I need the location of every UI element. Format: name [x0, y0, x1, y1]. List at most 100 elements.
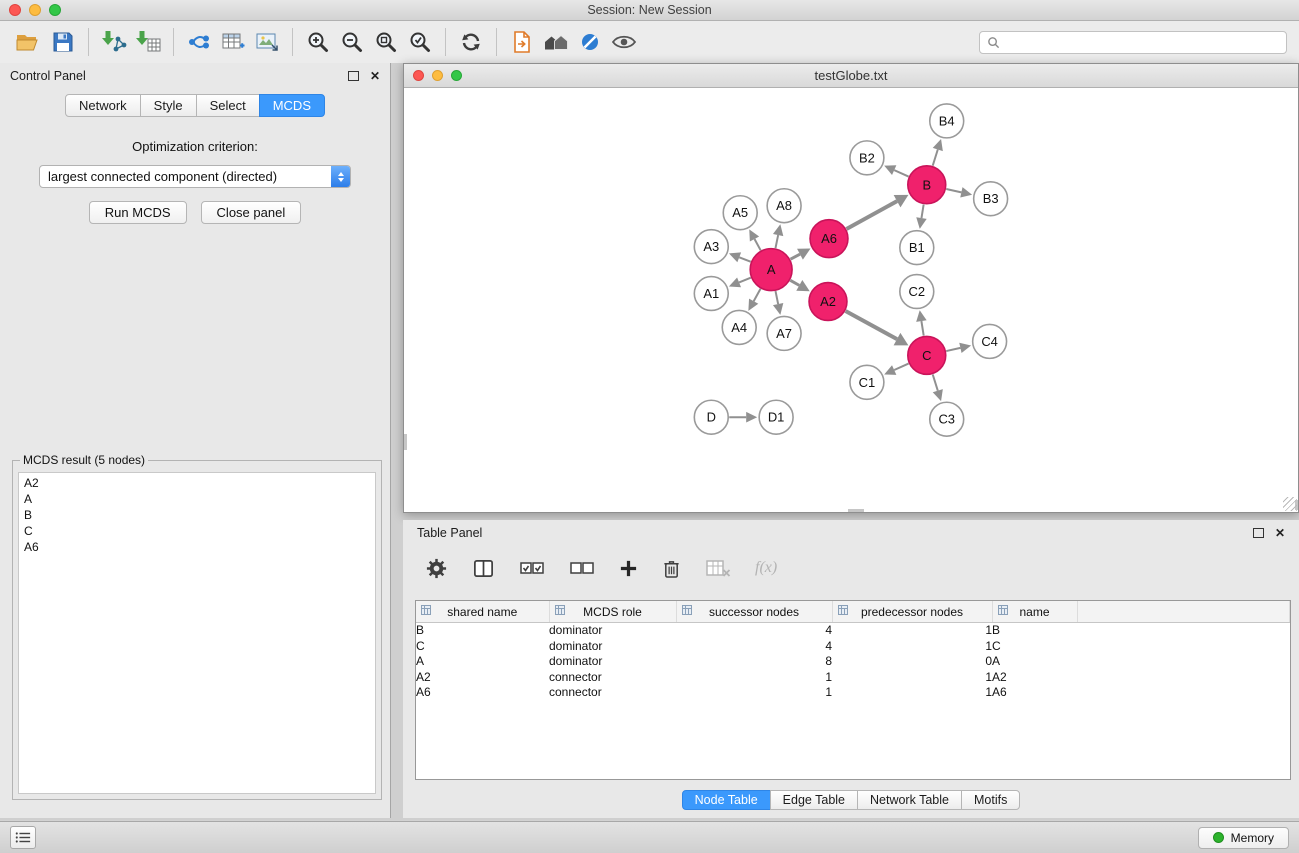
- graph-node[interactable]: A: [750, 249, 792, 291]
- table-row[interactable]: A2connector11A2: [416, 670, 1290, 686]
- graph-edge[interactable]: [921, 204, 923, 218]
- graph-node[interactable]: D1: [759, 400, 793, 434]
- new-table-button[interactable]: [216, 26, 250, 58]
- search-input[interactable]: [1005, 34, 1279, 50]
- graph-edge[interactable]: [846, 311, 897, 339]
- zoom-out-button[interactable]: [335, 26, 369, 58]
- tab-network-table[interactable]: Network Table: [857, 790, 962, 810]
- close-panel-button[interactable]: ✕: [370, 71, 380, 81]
- function-builder-button[interactable]: f(x): [755, 559, 777, 577]
- column-header-mcds-role[interactable]: MCDS role: [549, 601, 676, 623]
- show-columns-button[interactable]: [472, 557, 495, 580]
- graph-edge[interactable]: [755, 239, 761, 250]
- table-row[interactable]: Cdominator41C: [416, 639, 1290, 655]
- column-settings-button[interactable]: [425, 557, 448, 580]
- graph-edge[interactable]: [754, 289, 761, 301]
- tab-style[interactable]: Style: [140, 94, 197, 117]
- graph-edge[interactable]: [790, 254, 799, 259]
- zoom-in-button[interactable]: [301, 26, 335, 58]
- delete-table-button[interactable]: [705, 558, 731, 578]
- float-panel-button[interactable]: [348, 71, 359, 81]
- vertical-scrollbar-thumb[interactable]: [404, 434, 407, 450]
- column-header-name[interactable]: name: [992, 601, 1077, 623]
- zoom-selected-button[interactable]: [403, 26, 437, 58]
- graph-edge[interactable]: [739, 257, 750, 261]
- minimize-network-window-button[interactable]: [432, 70, 443, 81]
- network-graph[interactable]: AA2A6BCA1A3A4A5A7A8B1B2B3B4C1C2C3C4DD1: [404, 88, 1298, 512]
- graph-edge[interactable]: [846, 201, 897, 229]
- graph-edge[interactable]: [933, 149, 938, 165]
- refresh-view-button[interactable]: [454, 26, 488, 58]
- zoom-network-window-button[interactable]: [451, 70, 462, 81]
- graph-node[interactable]: A5: [723, 196, 757, 230]
- search-box[interactable]: [979, 31, 1287, 54]
- delete-rows-button[interactable]: [662, 558, 681, 579]
- table-row[interactable]: Adominator80A: [416, 654, 1290, 670]
- tab-select[interactable]: Select: [196, 94, 260, 117]
- mcds-result-list[interactable]: A2ABCA6: [18, 472, 376, 794]
- graph-node[interactable]: B3: [974, 182, 1008, 216]
- memory-button[interactable]: Memory: [1198, 827, 1289, 849]
- network-window-titlebar[interactable]: testGlobe.txt: [404, 64, 1298, 88]
- close-panel-button[interactable]: Close panel: [201, 201, 302, 224]
- column-header-shared-name[interactable]: shared name: [416, 601, 549, 623]
- result-item[interactable]: A2: [19, 475, 375, 491]
- style-toggle-button[interactable]: [573, 26, 607, 58]
- zoom-fit-button[interactable]: [369, 26, 403, 58]
- graph-edge[interactable]: [946, 189, 961, 192]
- graph-node[interactable]: A7: [767, 316, 801, 350]
- graph-node[interactable]: C2: [900, 275, 934, 309]
- graph-node[interactable]: C1: [850, 365, 884, 399]
- first-neighbors-button[interactable]: [539, 26, 573, 58]
- horizontal-scrollbar-thumb[interactable]: [848, 509, 864, 512]
- show-hide-details-button[interactable]: [607, 26, 641, 58]
- add-row-button[interactable]: [619, 559, 638, 578]
- graph-node[interactable]: D: [694, 400, 728, 434]
- result-item[interactable]: B: [19, 507, 375, 523]
- network-canvas[interactable]: AA2A6BCA1A3A4A5A7A8B1B2B3B4C1C2C3C4DD1: [404, 88, 1298, 512]
- new-network-button[interactable]: [182, 26, 216, 58]
- save-session-button[interactable]: [46, 26, 80, 58]
- graph-node[interactable]: A8: [767, 189, 801, 223]
- graph-node[interactable]: B1: [900, 231, 934, 265]
- result-item[interactable]: A: [19, 491, 375, 507]
- tab-motifs[interactable]: Motifs: [961, 790, 1020, 810]
- import-table-file-button[interactable]: [131, 26, 165, 58]
- tab-mcds[interactable]: MCDS: [259, 94, 325, 117]
- run-mcds-button[interactable]: Run MCDS: [89, 201, 187, 224]
- graph-node[interactable]: A4: [722, 310, 756, 344]
- result-item[interactable]: C: [19, 523, 375, 539]
- column-header-predecessor-nodes[interactable]: predecessor nodes: [832, 601, 992, 623]
- tab-node-table[interactable]: Node Table: [682, 790, 771, 810]
- graph-node[interactable]: B4: [930, 104, 964, 138]
- open-file-button[interactable]: [12, 26, 46, 58]
- graph-edge[interactable]: [790, 280, 799, 285]
- graph-node[interactable]: C: [908, 336, 946, 374]
- graph-edge[interactable]: [776, 291, 779, 304]
- graph-edge[interactable]: [739, 278, 751, 283]
- graph-edge[interactable]: [946, 348, 960, 351]
- select-all-rows-button[interactable]: [519, 558, 545, 578]
- close-window-button[interactable]: [9, 4, 21, 16]
- unselect-all-rows-button[interactable]: [569, 558, 595, 578]
- zoom-window-button[interactable]: [49, 4, 61, 16]
- table-row[interactable]: A6connector11A6: [416, 685, 1290, 701]
- tab-edge-table[interactable]: Edge Table: [770, 790, 858, 810]
- panel-menu-button[interactable]: [10, 826, 36, 849]
- graph-node[interactable]: A2: [809, 283, 847, 321]
- graph-edge[interactable]: [921, 321, 923, 336]
- graph-node[interactable]: B2: [850, 141, 884, 175]
- float-table-panel-button[interactable]: [1253, 528, 1264, 538]
- graph-node[interactable]: C4: [973, 324, 1007, 358]
- graph-node[interactable]: A1: [694, 277, 728, 311]
- tab-network[interactable]: Network: [65, 94, 141, 117]
- graph-edge[interactable]: [894, 364, 908, 370]
- import-network-file-button[interactable]: [97, 26, 131, 58]
- result-item[interactable]: A6: [19, 539, 375, 555]
- close-table-panel-button[interactable]: ✕: [1275, 528, 1285, 538]
- minimize-window-button[interactable]: [29, 4, 41, 16]
- graph-node[interactable]: B: [908, 166, 946, 204]
- graph-node[interactable]: A3: [694, 230, 728, 264]
- graph-node[interactable]: A6: [810, 220, 848, 258]
- resize-grip[interactable]: [1283, 497, 1297, 511]
